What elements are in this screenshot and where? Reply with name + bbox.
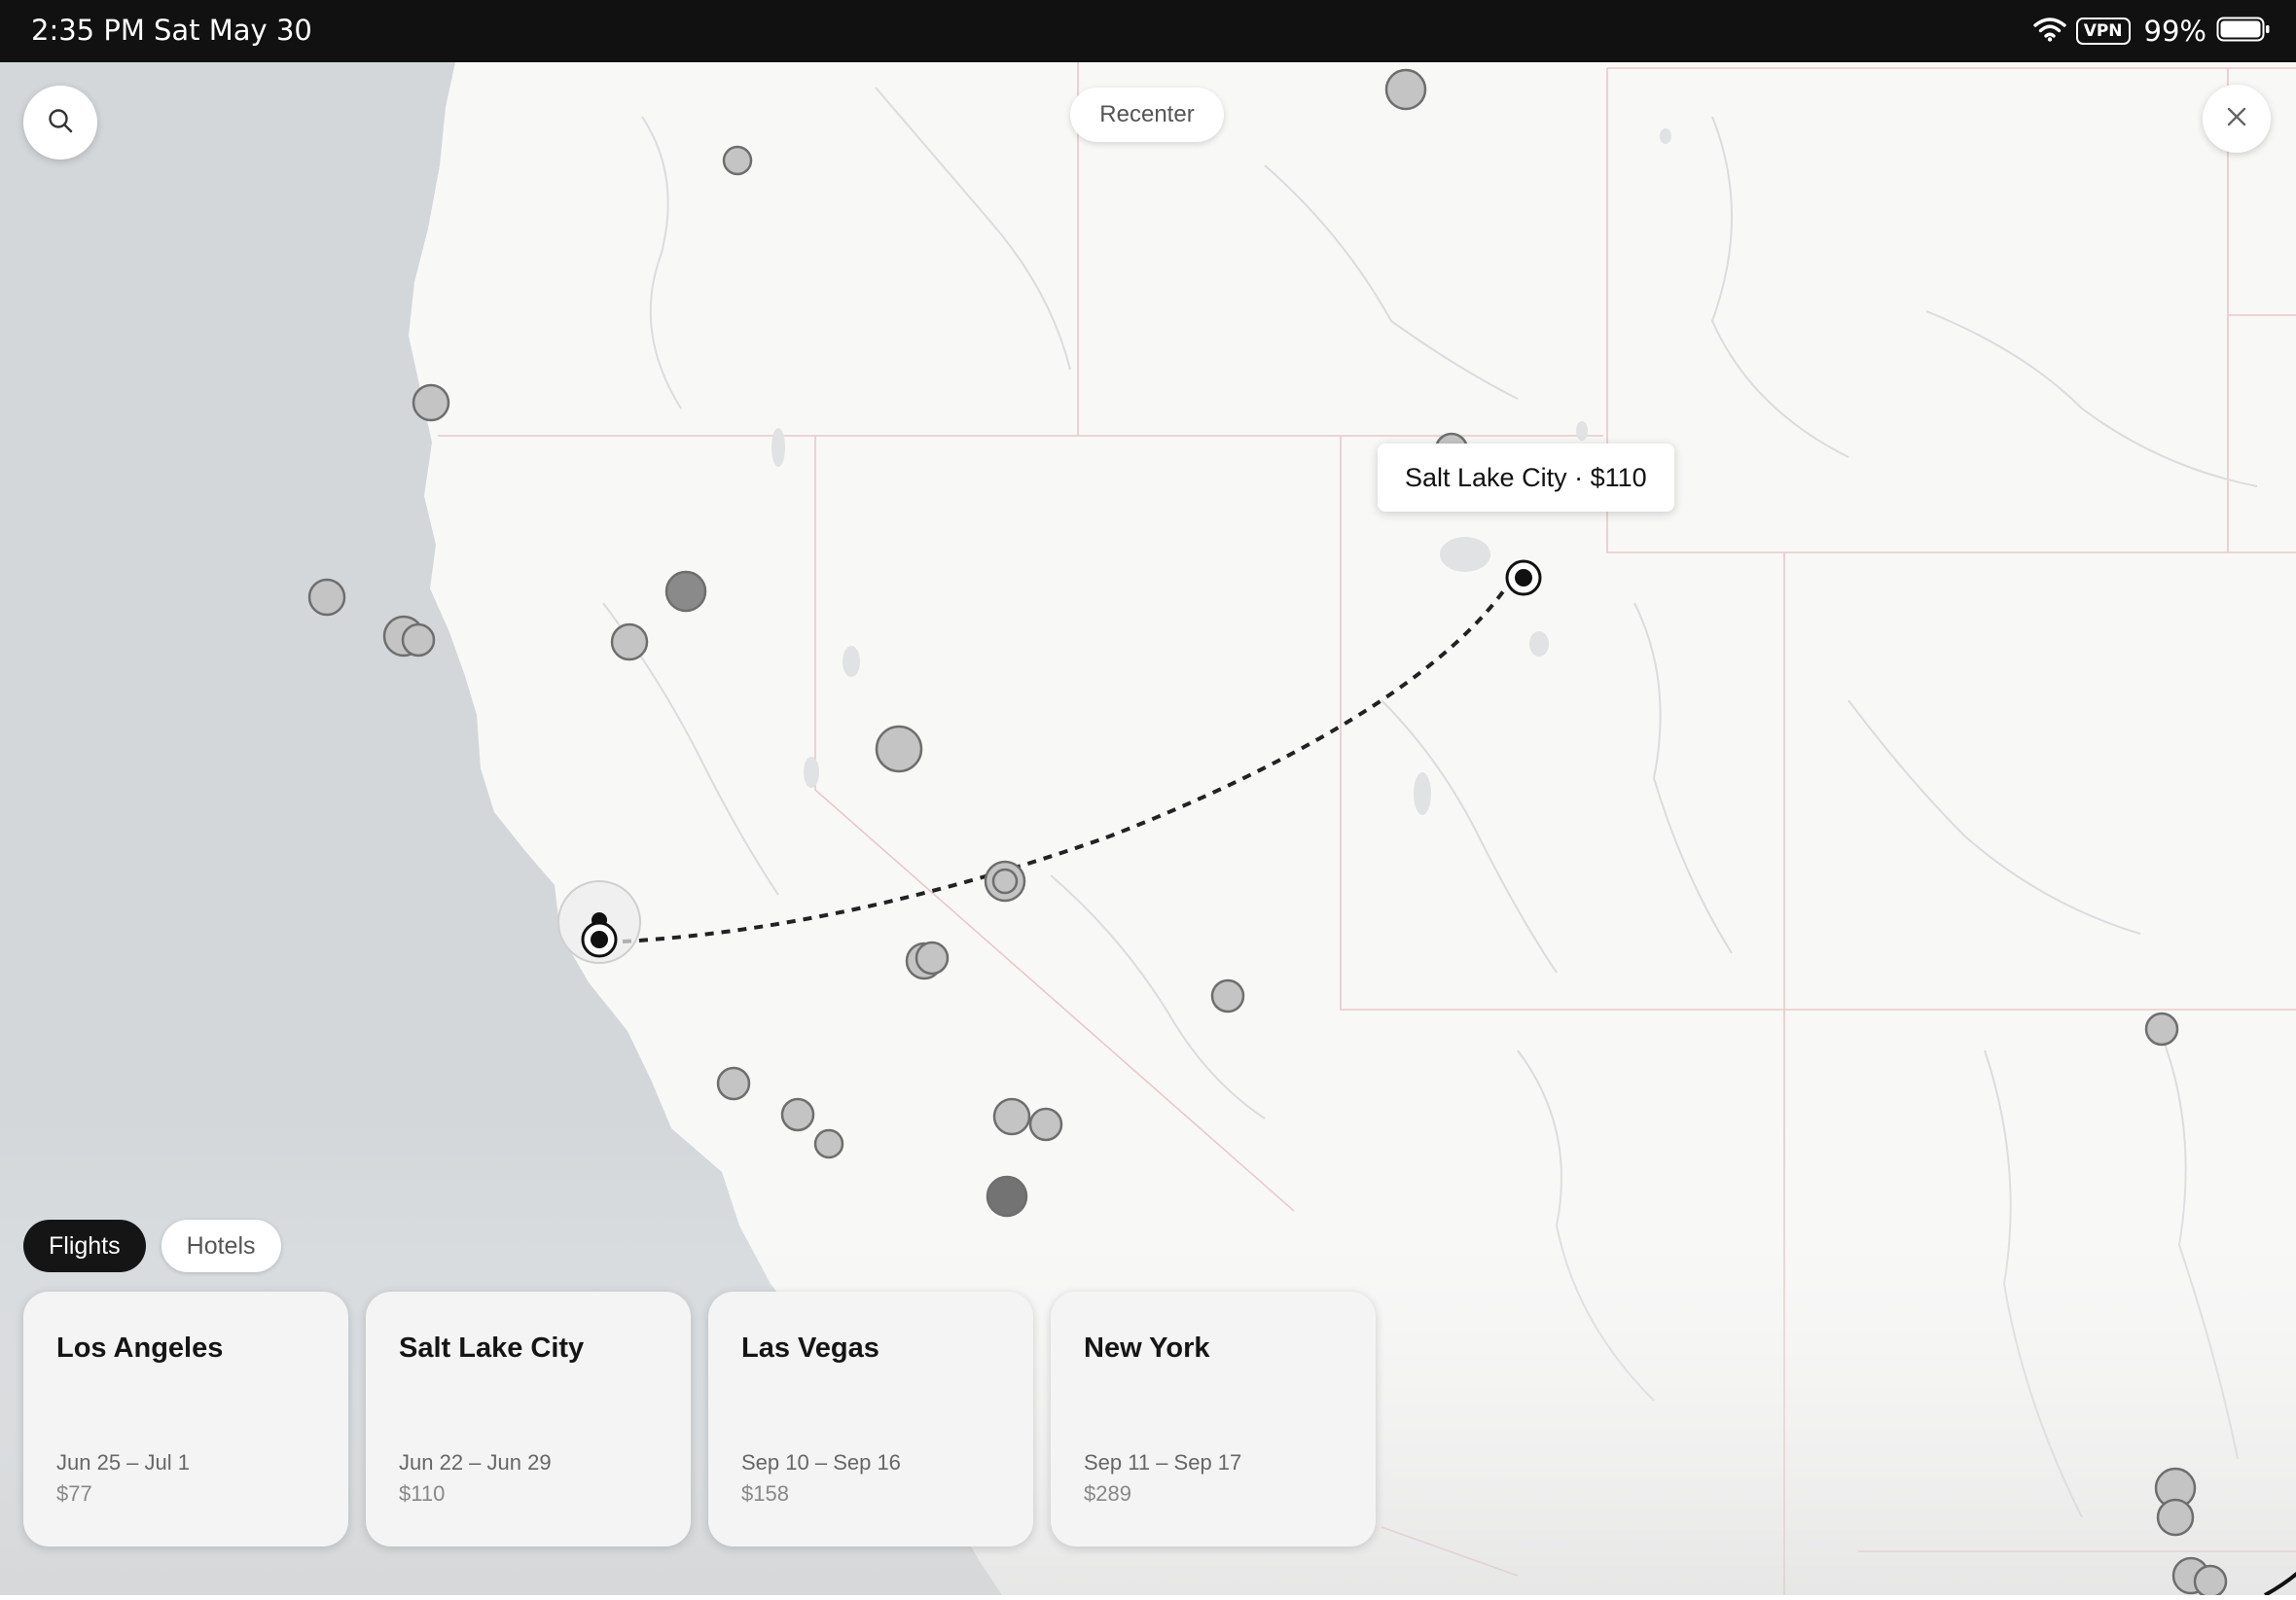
vpn-badge: VPN <box>2075 18 2131 45</box>
card-price: $110 <box>399 1481 446 1506</box>
search-icon <box>46 106 75 140</box>
destination-card-los-angeles[interactable]: Los Angeles Jun 25 – Jul 1 $77 <box>23 1292 348 1547</box>
card-dates: Sep 10 – Sep 16 <box>741 1450 901 1475</box>
card-city: Salt Lake City <box>399 1333 585 1364</box>
status-bar: 2:35 PM Sat May 30 VPN 99% <box>0 0 2296 62</box>
card-dates: Sep 11 – Sep 17 <box>1084 1450 1242 1475</box>
destination-tooltip[interactable]: Salt Lake City · $110 <box>1378 444 1674 512</box>
card-price: $289 <box>1084 1481 1131 1506</box>
status-indicators: VPN 99% <box>2032 12 2271 51</box>
card-price: $158 <box>741 1481 789 1506</box>
card-city: New York <box>1084 1333 1210 1364</box>
wifi-icon <box>2032 17 2066 46</box>
close-button[interactable] <box>2203 85 2271 153</box>
card-dates: Jun 25 – Jul 1 <box>56 1450 190 1475</box>
card-price: $77 <box>56 1481 92 1506</box>
search-button[interactable] <box>23 86 97 160</box>
card-dates: Jun 22 – Jun 29 <box>399 1450 552 1475</box>
close-icon <box>2224 104 2249 134</box>
tab-flights[interactable]: Flights <box>23 1220 146 1272</box>
tab-hotels[interactable]: Hotels <box>161 1220 281 1272</box>
battery-percent: 99% <box>2143 15 2206 48</box>
card-city: Las Vegas <box>741 1333 879 1364</box>
destination-card-las-vegas[interactable]: Las Vegas Sep 10 – Sep 16 $158 <box>708 1292 1033 1547</box>
card-city: Los Angeles <box>56 1333 224 1364</box>
mode-tabs: Flights Hotels <box>23 1220 281 1272</box>
destination-card-new-york[interactable]: New York Sep 11 – Sep 17 $289 <box>1051 1292 1376 1547</box>
battery-icon <box>2216 16 2271 47</box>
destination-card-salt-lake-city[interactable]: Salt Lake City Jun 22 – Jun 29 $110 <box>366 1292 691 1547</box>
destination-cards: Los Angeles Jun 25 – Jul 1 $77 Salt Lake… <box>23 1292 1376 1547</box>
status-time: 2:35 PM <box>31 14 145 47</box>
recenter-button[interactable]: Recenter <box>1070 88 1224 142</box>
status-date: Sat May 30 <box>154 14 312 47</box>
